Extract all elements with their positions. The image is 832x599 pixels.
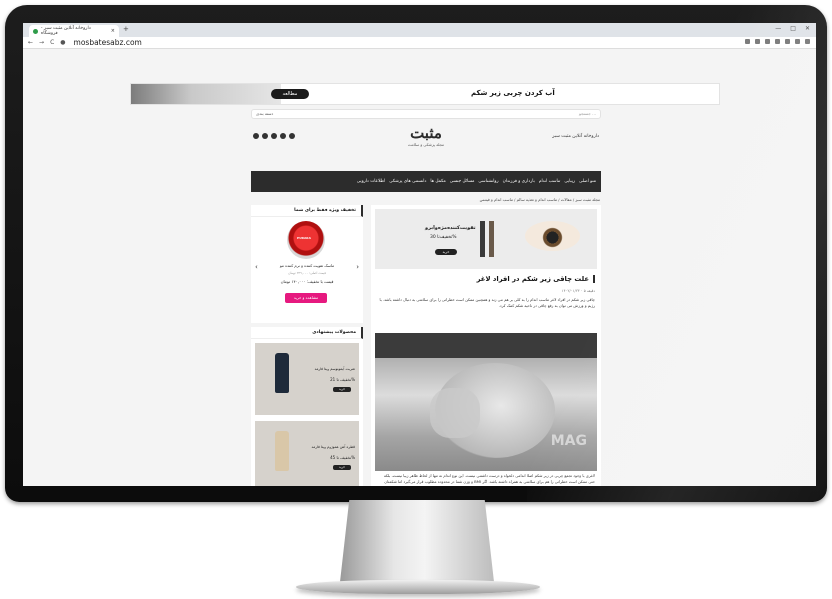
site-info-icon[interactable]: ● [60,39,65,46]
forward-icon[interactable]: → [39,39,44,46]
promo-ad[interactable]: تقویت‌کننده‌مژه‌وابرو تخفیف‌تا 30% خرید [375,209,597,269]
nav-item-pregnancy[interactable]: بارداری و فرزندان [503,179,535,184]
window-controls: — □ ✕ [775,25,810,32]
article-intro: چاقی زیر شکم در افراد لاغر تناسب اندام ر… [379,297,595,308]
breadcrumb[interactable]: مجله مثبت سبز / مقالات / تناسب اندام و ت… [480,197,600,202]
product-brand: PURAKA [297,236,311,240]
top-banner[interactable]: مطالعه آب کردن چربی زیر شکم [130,83,720,105]
special-offer-box: تخفیف ویژه فقط برای شما PURAKA ‹ › ماسک … [251,205,363,323]
sidebar: تخفیف ویژه فقط برای شما PURAKA ‹ › ماسک … [251,205,363,486]
tab-title: داروخانه آنلاین مثبت سبز - فروشگاه [40,26,91,36]
banner-image [131,84,281,104]
ad-eye-image [525,221,580,251]
view-product-button[interactable]: مشاهده و خرید [285,293,327,303]
image-watermark: MAG [550,433,587,449]
ad-discount: تخفیف‌تا 30% [430,235,457,240]
linkedin-icon[interactable] [253,133,259,139]
pharmacy-link[interactable]: داروخانه آنلاین مثبت سبز [552,134,599,139]
nav-item-drug-info[interactable]: اطلاعات دارویی [357,179,386,184]
extension-icon[interactable] [745,39,750,44]
search-placeholder: جستجو ... [579,111,596,116]
product-name[interactable]: ماسک تقویت کننده و نرم کننده مو [267,263,347,268]
banner-title: آب کردن چربی زیر شکم [471,89,555,97]
extension-icon[interactable] [785,39,790,44]
product-card[interactable]: قطره آهن هموژوم ویتا فارمد تخفیف تا 45% … [255,421,359,486]
site-logo[interactable]: مثبت مجله پزشکی و سلامت [396,124,456,147]
site-header: دسته بندی جستجو ... مثبت مجله پزشکی و سل… [251,109,601,159]
bottle-image [275,431,289,471]
product-old-price: قیمت اصلی: ۲۴۹,۰۰۰ تومان [288,271,326,275]
card-discount: تخفیف تا 45% [330,455,355,460]
monitor-stand-base [296,580,540,594]
nav-item-sexual-health[interactable]: مسائل جنسی [450,179,475,184]
ad-buy-button[interactable]: خرید [435,249,457,255]
url-input[interactable]: mosbatesabz.com [74,38,142,47]
youtube-icon[interactable] [271,133,277,139]
article-hero-image: MAG [375,333,597,471]
nav-item-main-menu[interactable]: منو اصلی [579,179,596,184]
extension-icon[interactable] [775,39,780,44]
back-icon[interactable]: ← [28,39,33,46]
nav-item-fitness[interactable]: تناسب اندام [539,179,561,184]
article-card: تقویت‌کننده‌مژه‌وابرو تخفیف‌تا 30% خرید … [371,205,601,486]
favicon-icon [33,28,38,34]
logo-mark: مثبت [410,124,442,142]
card-buy-button[interactable]: خرید [333,387,351,392]
card-discount: تخفیف تا 21% [330,377,355,382]
twitter-icon[interactable] [280,133,286,139]
logo-subtitle: مجله پزشکی و سلامت [407,142,445,147]
bookmark-star-icon[interactable] [765,39,770,44]
close-window-button[interactable]: ✕ [805,25,810,32]
monitor-frame: داروخانه آنلاین مثبت سبز - فروشگاه × + —… [5,5,827,502]
main-nav: منو اصلی زیبایی تناسب اندام بارداری و فر… [251,171,601,192]
ad-product-image [480,221,496,257]
reload-icon[interactable]: C [50,39,54,46]
maximize-button[interactable]: □ [790,25,796,32]
browser-tab[interactable]: داروخانه آنلاین مثبت سبز - فروشگاه × [29,25,119,37]
new-tab-button[interactable]: + [123,25,129,33]
card-product-name: شربت آیمونوسم ویتا فارمد [314,367,355,371]
nav-item-beauty[interactable]: زیبایی [564,179,575,184]
telegram-icon[interactable] [262,133,268,139]
bottle-image [275,353,289,393]
ad-headline: تقویت‌کننده‌مژه‌وابرو [425,225,476,231]
banner-read-button[interactable]: مطالعه [271,89,309,99]
social-links [253,133,295,139]
article-title: علت چاقی زیر شکم در افراد لاغر [477,275,595,283]
card-product-name: قطره آهن هموژوم ویتا فارمد [311,445,355,449]
nav-item-supplements[interactable]: مکمل ها [430,179,445,184]
profile-avatar-icon[interactable] [795,39,800,44]
instagram-icon[interactable] [289,133,295,139]
offer-title: تخفیف ویژه فقط برای شما [251,205,363,217]
article-paragraph: لاغری با وجود تجمع چربی در زیر شکم اصلا … [383,473,595,486]
nav-item-psychology[interactable]: روانشناسی [478,179,498,184]
extension-icon[interactable] [755,39,760,44]
monitor-stand-neck [340,500,494,582]
close-tab-icon[interactable]: × [111,28,115,34]
chevron-right-icon[interactable]: › [356,263,359,271]
hand-shape [430,388,480,438]
web-page: مطالعه آب کردن چربی زیر شکم دسته بندی جس… [23,49,816,486]
search-input[interactable]: دسته بندی جستجو ... [251,109,601,119]
recommended-products-box: محصولات پیشنهادی شربت آیمونوسم ویتا فارم… [251,327,363,486]
product-card[interactable]: شربت آیمونوسم ویتا فارمد تخفیف تا 21% خر… [255,343,359,415]
screen: داروخانه آنلاین مثبت سبز - فروشگاه × + —… [23,23,816,486]
product-image[interactable]: PURAKA [287,221,325,259]
address-bar: ← → C ● mosbatesabz.com [23,37,816,49]
rec-title: محصولات پیشنهادی [251,327,363,339]
nav-item-medical-facts[interactable]: دانستنی های پزشکی [389,179,426,184]
tab-bar: داروخانه آنلاین مثبت سبز - فروشگاه × + —… [23,23,816,37]
article-meta: ۱۴۰۲/۰۱/۲۳ ۰ ۵ دقیقه [561,289,595,293]
card-buy-button[interactable]: خرید [333,465,351,470]
chevron-left-icon[interactable]: ‹ [255,263,258,271]
search-category-select[interactable]: دسته بندی [256,111,273,116]
extensions-area [745,39,810,44]
product-new-price: قیمت با تخفیف: ۱۴۰,۰۰۰ تومان [280,279,334,284]
logo-row: مثبت مجله پزشکی و سلامت داروخانه آنلاین … [251,119,601,159]
menu-kebab-icon[interactable] [805,39,810,44]
minimize-button[interactable]: — [775,25,781,32]
